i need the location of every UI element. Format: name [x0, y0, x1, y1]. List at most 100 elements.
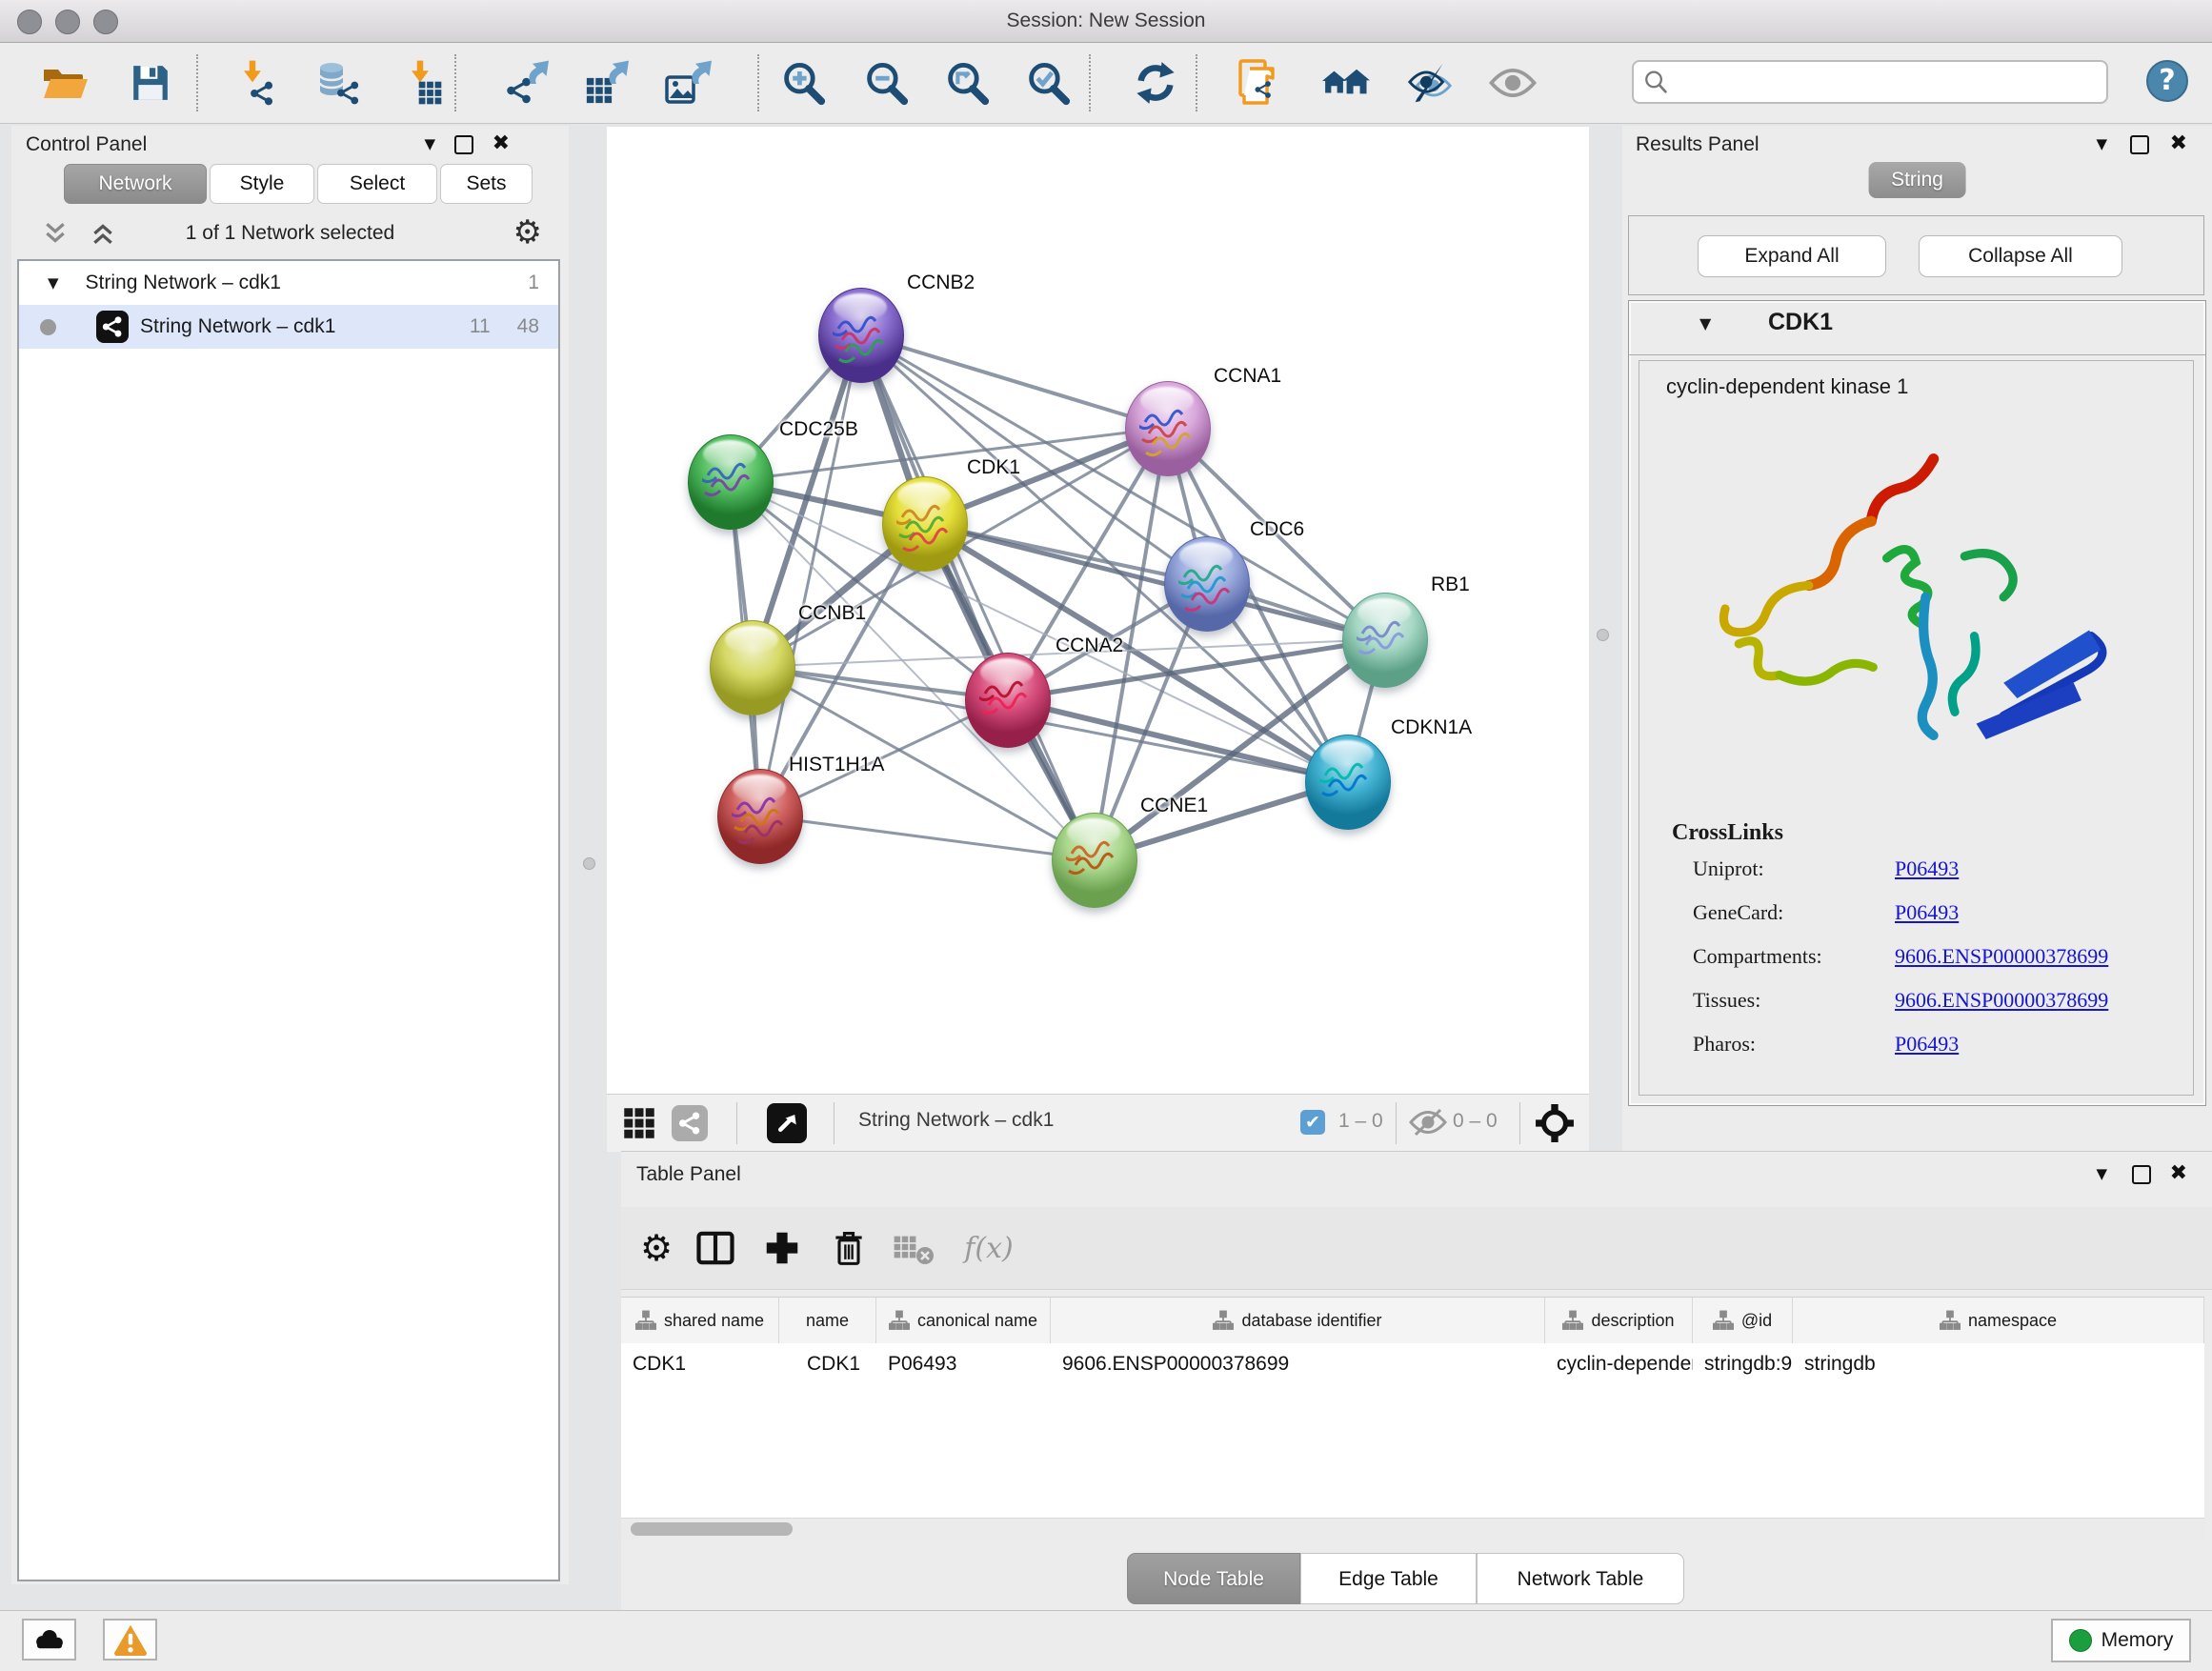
- cell-name[interactable]: CDK1: [779, 1343, 876, 1385]
- tab-style[interactable]: Style: [210, 164, 314, 204]
- cell-canonical-name[interactable]: P06493: [876, 1343, 1051, 1385]
- crosslink-value[interactable]: 9606.ENSP00000378699: [1895, 944, 2108, 969]
- export-image-icon[interactable]: [664, 59, 712, 107]
- section-expander-icon[interactable]: ▼: [1699, 314, 1711, 332]
- node-CCNA1[interactable]: [1125, 381, 1211, 476]
- tab-edge-table[interactable]: Edge Table: [1300, 1553, 1477, 1604]
- node-HIST1H1A[interactable]: [717, 769, 803, 864]
- expand-all-button[interactable]: Expand All: [1698, 235, 1886, 277]
- export-table-icon[interactable]: [583, 59, 631, 107]
- houses-icon[interactable]: [1322, 59, 1370, 107]
- panel-close-icon[interactable]: ✖: [2170, 1163, 2187, 1184]
- column-header-name[interactable]: name: [779, 1298, 876, 1343]
- column-header-canonical-name[interactable]: canonical name: [876, 1298, 1051, 1343]
- cell-description[interactable]: cyclin-dependent ...: [1545, 1343, 1693, 1385]
- panel-close-icon[interactable]: ✖: [493, 133, 510, 154]
- tab-network[interactable]: Network: [64, 164, 207, 204]
- delete-column-icon[interactable]: [825, 1224, 873, 1272]
- node-CCNA2[interactable]: [965, 653, 1051, 748]
- crosslink-value[interactable]: P06493: [1895, 900, 1959, 925]
- help-icon[interactable]: ?: [2143, 57, 2191, 105]
- column-header--id[interactable]: @id: [1693, 1298, 1793, 1343]
- cloud-button[interactable]: [22, 1619, 76, 1661]
- network-row-selected[interactable]: String Network – cdk1 11 48: [19, 305, 558, 349]
- save-floppy-icon[interactable]: [127, 59, 174, 107]
- node-CCNB2[interactable]: [818, 288, 904, 383]
- window-zoom-icon[interactable]: [93, 10, 118, 34]
- cell-database-identifier[interactable]: 9606.ENSP00000378699: [1051, 1343, 1545, 1385]
- zoom-out-icon[interactable]: [862, 59, 910, 107]
- separator: [834, 1102, 835, 1144]
- import-network-icon[interactable]: [233, 59, 281, 107]
- cell-shared-name[interactable]: CDK1: [621, 1343, 779, 1385]
- column-header-database-identifier[interactable]: database identifier: [1051, 1298, 1545, 1343]
- zoom-in-icon[interactable]: [779, 59, 827, 107]
- column-header-shared-name[interactable]: shared name: [621, 1298, 779, 1343]
- node-CDKN1A[interactable]: [1305, 735, 1391, 830]
- expander-triangle-icon[interactable]: ▼: [48, 274, 59, 292]
- node-RB1[interactable]: [1342, 593, 1428, 688]
- zoom-fit-icon[interactable]: [943, 59, 991, 107]
- control-panel: Control Panel ▼ ✖ NetworkStyleSelectSets…: [11, 126, 569, 1584]
- selected-checkbox-icon[interactable]: ✔: [1300, 1110, 1325, 1135]
- crosslink-value[interactable]: 9606.ENSP00000378699: [1895, 988, 2108, 1013]
- panel-float-icon[interactable]: [454, 135, 473, 154]
- share-view-icon[interactable]: [672, 1105, 708, 1141]
- collapse-all-button[interactable]: Collapse All: [1919, 235, 2122, 277]
- search-input[interactable]: [1676, 70, 2097, 94]
- right-splitter-handle[interactable]: [1597, 629, 1609, 641]
- panel-float-icon[interactable]: [2132, 1165, 2151, 1184]
- add-column-icon[interactable]: [758, 1224, 806, 1272]
- horizontal-scrollbar[interactable]: [621, 1518, 2204, 1540]
- tab-sets[interactable]: Sets: [440, 164, 533, 204]
- cell-namespace[interactable]: stringdb: [1793, 1343, 2204, 1385]
- window-minimize-icon[interactable]: [55, 10, 80, 34]
- settings-gear-icon[interactable]: ⚙: [633, 1224, 680, 1272]
- scrollbar-thumb[interactable]: [631, 1522, 793, 1536]
- crosshair-icon[interactable]: [1535, 1103, 1575, 1148]
- tab-node-table[interactable]: Node Table: [1127, 1553, 1300, 1604]
- zoom-selected-icon[interactable]: [1024, 59, 1072, 107]
- open-in-new-icon[interactable]: [767, 1103, 807, 1143]
- column-header-namespace[interactable]: namespace: [1793, 1298, 2204, 1343]
- network-options-gear-icon[interactable]: ⚙: [513, 213, 542, 252]
- crosslink-value[interactable]: P06493: [1895, 856, 1959, 881]
- memory-button[interactable]: Memory: [2051, 1619, 2191, 1662]
- panel-menu-icon[interactable]: ▼: [424, 135, 435, 152]
- hidden-eye-icon[interactable]: [1409, 1108, 1447, 1141]
- export-network-icon[interactable]: [503, 59, 551, 107]
- open-folder-icon[interactable]: [41, 59, 89, 107]
- eye-pencil-icon[interactable]: [1406, 59, 1454, 107]
- column-header-description[interactable]: description: [1545, 1298, 1693, 1343]
- network-canvas[interactable]: CCNB2CCNA1CDC25BCDK1CDC6RB1CCNB1CCNA2CDK…: [607, 127, 1589, 1094]
- crosslink-value[interactable]: P06493: [1895, 1032, 1959, 1057]
- search-field[interactable]: [1632, 60, 2108, 104]
- import-table-icon[interactable]: [400, 59, 448, 107]
- warning-button[interactable]: [103, 1619, 157, 1661]
- network-collection-row[interactable]: ▼ String Network – cdk1 1: [19, 261, 558, 305]
- panel-menu-icon[interactable]: ▼: [2096, 135, 2107, 152]
- share-document-icon[interactable]: [1237, 59, 1284, 107]
- delete-table-icon[interactable]: [890, 1224, 937, 1272]
- panel-menu-icon[interactable]: ▼: [2096, 1165, 2107, 1182]
- node-CCNE1[interactable]: [1052, 813, 1137, 908]
- node-CCNB1[interactable]: [710, 620, 795, 715]
- node-CDK1[interactable]: [882, 476, 968, 572]
- node-CDC25B[interactable]: [688, 434, 774, 530]
- split-columns-icon[interactable]: [692, 1224, 739, 1272]
- eye-icon[interactable]: [1489, 59, 1537, 107]
- function-builder-icon[interactable]: f(x): [951, 1224, 1027, 1272]
- refresh-icon[interactable]: [1132, 59, 1179, 107]
- left-splitter-handle[interactable]: [583, 857, 595, 870]
- panel-close-icon[interactable]: ✖: [2170, 133, 2187, 154]
- import-database-icon[interactable]: [314, 59, 362, 107]
- grid-view-icon[interactable]: [622, 1106, 656, 1145]
- window-close-icon[interactable]: [17, 10, 42, 34]
- tab-network-table[interactable]: Network Table: [1477, 1553, 1684, 1604]
- panel-float-icon[interactable]: [2130, 135, 2149, 154]
- tab-string[interactable]: String: [1868, 162, 1966, 198]
- node-CDC6[interactable]: [1164, 536, 1250, 632]
- tab-select[interactable]: Select: [317, 164, 437, 204]
- cell--id[interactable]: stringdb:9...: [1693, 1343, 1793, 1385]
- table-row[interactable]: CDK1CDK1P064939606.ENSP00000378699cyclin…: [621, 1343, 2204, 1385]
